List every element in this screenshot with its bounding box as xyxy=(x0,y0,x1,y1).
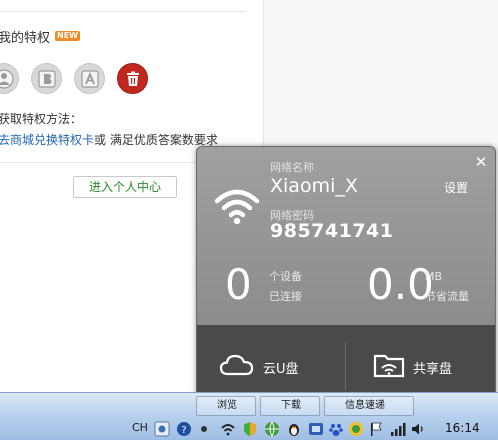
exchange-card-link[interactable]: 去商城兑换特权卡 xyxy=(0,133,94,147)
traffic-value: 0.0 xyxy=(367,260,434,309)
wifi-icon xyxy=(213,185,261,225)
wifi-popup: ✕ 网络名称 Xiaomi_X 网络密码 985741741 设置 0 个设备 … xyxy=(196,146,496,398)
devices-status: 已连接 xyxy=(269,290,302,303)
howto-label: 获取特权方法： xyxy=(0,112,83,126)
volume-icon[interactable] xyxy=(410,421,426,437)
close-icon[interactable]: ✕ xyxy=(474,155,488,170)
penguin-icon[interactable] xyxy=(286,421,302,437)
flag-icon[interactable] xyxy=(368,421,384,437)
shared-drive-label: 共享盘 xyxy=(413,361,453,377)
taskbar-task[interactable]: 下载 xyxy=(260,396,320,416)
new-badge: NEW xyxy=(55,31,80,41)
a-privilege-icon[interactable] xyxy=(74,63,105,94)
wifi-tray-icon[interactable] xyxy=(220,421,236,437)
traffic-unit: MB xyxy=(425,270,443,283)
devices-count: 0 xyxy=(225,260,252,309)
globe-icon[interactable] xyxy=(264,421,280,438)
taskbar: 浏览 下载 信息速递 CH ? 16:14 xyxy=(0,392,498,440)
shield-icon[interactable] xyxy=(242,421,258,437)
taskbar-task[interactable]: 信息速递 xyxy=(324,396,414,416)
signal-icon[interactable] xyxy=(390,421,406,437)
b-privilege-icon[interactable] xyxy=(31,63,62,94)
enter-personal-center-button[interactable]: 进入个人中心 xyxy=(73,176,177,198)
cloud-icon xyxy=(219,353,255,381)
app-tray-icon[interactable] xyxy=(308,421,324,437)
baidu-icon[interactable] xyxy=(328,421,344,437)
cloud-drive-button[interactable]: 云U盘 xyxy=(219,347,299,387)
traffic-label: MB 节省流量 xyxy=(425,267,469,307)
network-name: Xiaomi_X xyxy=(270,175,358,197)
clock[interactable]: 16:14 xyxy=(445,421,480,435)
trash-privilege-icon[interactable] xyxy=(117,63,148,94)
help-icon[interactable]: ? xyxy=(176,421,192,437)
settings-button[interactable]: 设置 xyxy=(444,179,468,196)
footer-divider xyxy=(345,342,346,390)
taskbar-task[interactable]: 浏览 xyxy=(196,396,256,416)
devices-label: 个设备 已连接 xyxy=(269,267,302,307)
shared-drive-button[interactable]: 共享盘 xyxy=(373,347,452,387)
user-privilege-icon[interactable] xyxy=(0,63,19,94)
privilege-icons xyxy=(0,63,148,94)
divider xyxy=(0,11,246,12)
privilege-title: 我的特权 xyxy=(0,31,51,46)
ime-mode-icon[interactable] xyxy=(154,421,170,437)
folder-wifi-icon xyxy=(373,352,405,382)
system-tray: CH ? 16:14 xyxy=(128,418,498,440)
howto-line: 去商城兑换特权卡或 满足优质答案数要求 xyxy=(0,131,218,148)
devices-unit: 个设备 xyxy=(269,270,302,283)
ime-indicator[interactable]: CH xyxy=(132,421,148,434)
ime-settings-icon[interactable] xyxy=(196,421,212,437)
svg-text:?: ? xyxy=(181,425,186,436)
antivirus-icon[interactable] xyxy=(348,421,364,437)
cloud-drive-label: 云U盘 xyxy=(263,361,299,377)
network-password: 985741741 xyxy=(270,220,394,242)
taskbar-tasks: 浏览 下载 信息速递 xyxy=(196,396,498,416)
traffic-saved-label: 节省流量 xyxy=(425,290,469,303)
howto-rest-text: 或 满足优质答案数要求 xyxy=(94,133,218,147)
network-name-label: 网络名称 xyxy=(270,161,314,174)
